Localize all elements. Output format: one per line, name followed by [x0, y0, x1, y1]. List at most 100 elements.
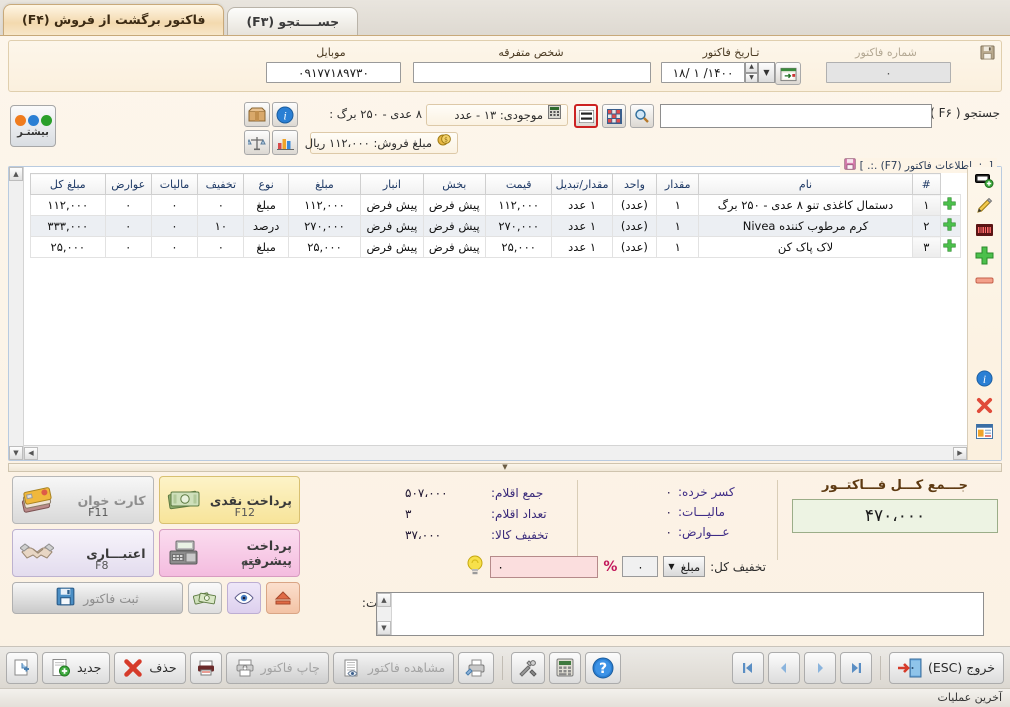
date-spinner[interactable]: ▲▼ — [745, 62, 758, 83]
row-discount[interactable]: ۱۰ — [198, 216, 244, 237]
row-product-name[interactable]: دستمال کاغذی تنو ۸ عدی - ۲۵۰ برگ — [699, 195, 912, 216]
row-price[interactable]: ۱۱۲,۰۰۰ — [485, 195, 551, 216]
notes-textarea[interactable]: ▲ ▼ — [376, 592, 984, 636]
col-type[interactable]: نوع — [244, 174, 288, 195]
pay-cash-button[interactable]: پرداخت نقدی F12 — [159, 476, 301, 524]
person-input[interactable] — [413, 62, 651, 83]
row-product-name[interactable]: لاک پاک کن — [699, 237, 912, 258]
edit-pencil-icon[interactable] — [976, 198, 993, 217]
row-type[interactable]: مبلغ — [244, 237, 288, 258]
row-section[interactable]: پیش فرض — [423, 237, 485, 258]
mobile-input[interactable]: ۰۹۱۷۷۱۸۹۷۳۰ — [266, 62, 401, 83]
panel-collapse-bar[interactable]: ▼ — [8, 463, 1002, 472]
row-warehouse[interactable]: پیش فرض — [361, 237, 423, 258]
row-add-icon[interactable] — [940, 216, 960, 237]
scroll-down-arrow[interactable]: ▼ — [377, 621, 391, 635]
invoice-date-input[interactable]: ۱۴۰۰/ ۱ /۱۸ — [661, 62, 745, 83]
row-convert[interactable]: ۱ عدد — [552, 237, 612, 258]
row-tax[interactable]: ۰ — [151, 237, 197, 258]
row-amount[interactable]: ۲۷۰,۰۰۰ — [288, 216, 360, 237]
tab-search[interactable]: جســــتجو (F۳) — [227, 7, 358, 35]
col-warehouse[interactable]: انبار — [361, 174, 423, 195]
row-section[interactable]: پیش فرض — [423, 216, 485, 237]
view-invoice-button[interactable]: مشاهده فاکتور — [333, 652, 454, 684]
row-duty[interactable]: ۰ — [105, 216, 151, 237]
print-invoice-button[interactable]: چاپ فاکتور — [226, 652, 329, 684]
balance-scale-icon[interactable] — [244, 130, 270, 155]
remove-minus-icon[interactable] — [975, 275, 994, 288]
grid-view-icon[interactable] — [602, 104, 626, 128]
table-row[interactable]: ۲ کرم مرطوب کننده Nivea ۱ (عدد) ۱ عدد ۲۷… — [31, 216, 961, 237]
print-settings-button[interactable] — [458, 652, 494, 684]
delete-invoice-button[interactable]: حذف — [114, 652, 185, 684]
row-type[interactable]: درصد — [244, 216, 288, 237]
pay-advanced-button[interactable]: پرداخت پیشرفته F5 — [159, 529, 301, 577]
save-invoice-button[interactable]: ثبت فاکتور — [12, 582, 183, 614]
nav-first-button[interactable] — [840, 652, 872, 684]
row-unit[interactable]: (عدد) — [612, 237, 656, 258]
row-discount[interactable]: ۰ — [198, 195, 244, 216]
notes-scrollbar[interactable]: ▲ ▼ — [377, 593, 392, 635]
delete-x-icon[interactable] — [976, 397, 993, 417]
box-icon[interactable] — [244, 102, 270, 127]
col-quantity[interactable]: مقدار — [657, 174, 699, 195]
table-row[interactable]: ۱ دستمال کاغذی تنو ۸ عدی - ۲۵۰ برگ ۱ (عد… — [31, 195, 961, 216]
row-duty[interactable]: ۰ — [105, 237, 151, 258]
discount-percent-input[interactable]: ۰ — [490, 556, 598, 578]
row-quantity[interactable]: ۱ — [657, 195, 699, 216]
row-price[interactable]: ۲۷۰,۰۰۰ — [485, 216, 551, 237]
row-price[interactable]: ۲۵,۰۰۰ — [485, 237, 551, 258]
col-tax[interactable]: مالیات — [151, 174, 197, 195]
lightbulb-icon[interactable] — [465, 554, 485, 579]
row-product-name[interactable]: کرم مرطوب کننده Nivea — [699, 216, 912, 237]
row-convert[interactable]: ۱ عدد — [552, 216, 612, 237]
exit-button[interactable]: خروج (ESC) — [889, 652, 1004, 684]
nav-next-button[interactable] — [768, 652, 800, 684]
info-circle-icon[interactable]: i — [272, 102, 298, 127]
row-convert[interactable]: ۱ عدد — [552, 195, 612, 216]
row-add-icon[interactable] — [940, 237, 960, 258]
row-total[interactable]: ۱۱۲,۰۰۰ — [31, 195, 106, 216]
grid-vertical-scrollbar[interactable]: ▲ ▼ — [9, 167, 24, 460]
col-index[interactable]: # — [912, 174, 940, 195]
tools-button[interactable] — [511, 652, 545, 684]
preview-button[interactable] — [227, 582, 261, 614]
scroll-left-arrow[interactable]: ◀ — [24, 447, 38, 460]
row-total[interactable]: ۳۳۳,۰۰۰ — [31, 216, 106, 237]
calendar-picker-button[interactable] — [775, 62, 801, 85]
col-section[interactable]: بخش — [423, 174, 485, 195]
row-amount[interactable]: ۱۱۲,۰۰۰ — [288, 195, 360, 216]
row-type[interactable]: مبلغ — [244, 195, 288, 216]
row-section[interactable]: پیش فرض — [423, 195, 485, 216]
col-total[interactable]: مبلغ کل — [31, 174, 106, 195]
calculator-button[interactable] — [549, 652, 581, 684]
chart-bar-icon[interactable] — [272, 130, 298, 155]
scroll-down-arrow[interactable]: ▼ — [9, 446, 23, 460]
eject-button[interactable] — [266, 582, 300, 614]
nav-prev-button[interactable] — [804, 652, 836, 684]
copy-invoice-button[interactable] — [6, 652, 38, 684]
form-view-icon[interactable] — [976, 424, 993, 442]
col-convert[interactable]: مقدار/تبدیل — [552, 174, 612, 195]
add-row-icon[interactable] — [975, 173, 994, 191]
col-discount[interactable]: تخفیف — [198, 174, 244, 195]
barcode-icon[interactable] — [976, 224, 993, 239]
add-plus-icon[interactable] — [975, 246, 994, 268]
row-discount[interactable]: ۰ — [198, 237, 244, 258]
discount-mode-select[interactable]: مبلغ ▼ — [663, 556, 705, 577]
pay-card-reader-button[interactable]: کارت خوان F11 — [12, 476, 154, 524]
col-duty[interactable]: عوارض — [105, 174, 151, 195]
row-quantity[interactable]: ۱ — [657, 237, 699, 258]
row-total[interactable]: ۲۵,۰۰۰ — [31, 237, 106, 258]
help-button[interactable]: ? — [585, 652, 621, 684]
pay-credit-button[interactable]: اعتبـــاری F8 — [12, 529, 154, 577]
row-unit[interactable]: (عدد) — [612, 195, 656, 216]
discount-amount-input[interactable]: ۰ — [622, 556, 658, 577]
grid-horizontal-scrollbar[interactable]: ▶ ◀ — [24, 445, 967, 460]
col-amount[interactable]: مبلغ — [288, 174, 360, 195]
nav-last-button[interactable] — [732, 652, 764, 684]
new-invoice-button[interactable]: جدید — [42, 652, 110, 684]
row-unit[interactable]: (عدد) — [612, 216, 656, 237]
search-magnifier-icon[interactable] — [630, 104, 654, 128]
scroll-right-arrow[interactable]: ▶ — [953, 447, 967, 460]
